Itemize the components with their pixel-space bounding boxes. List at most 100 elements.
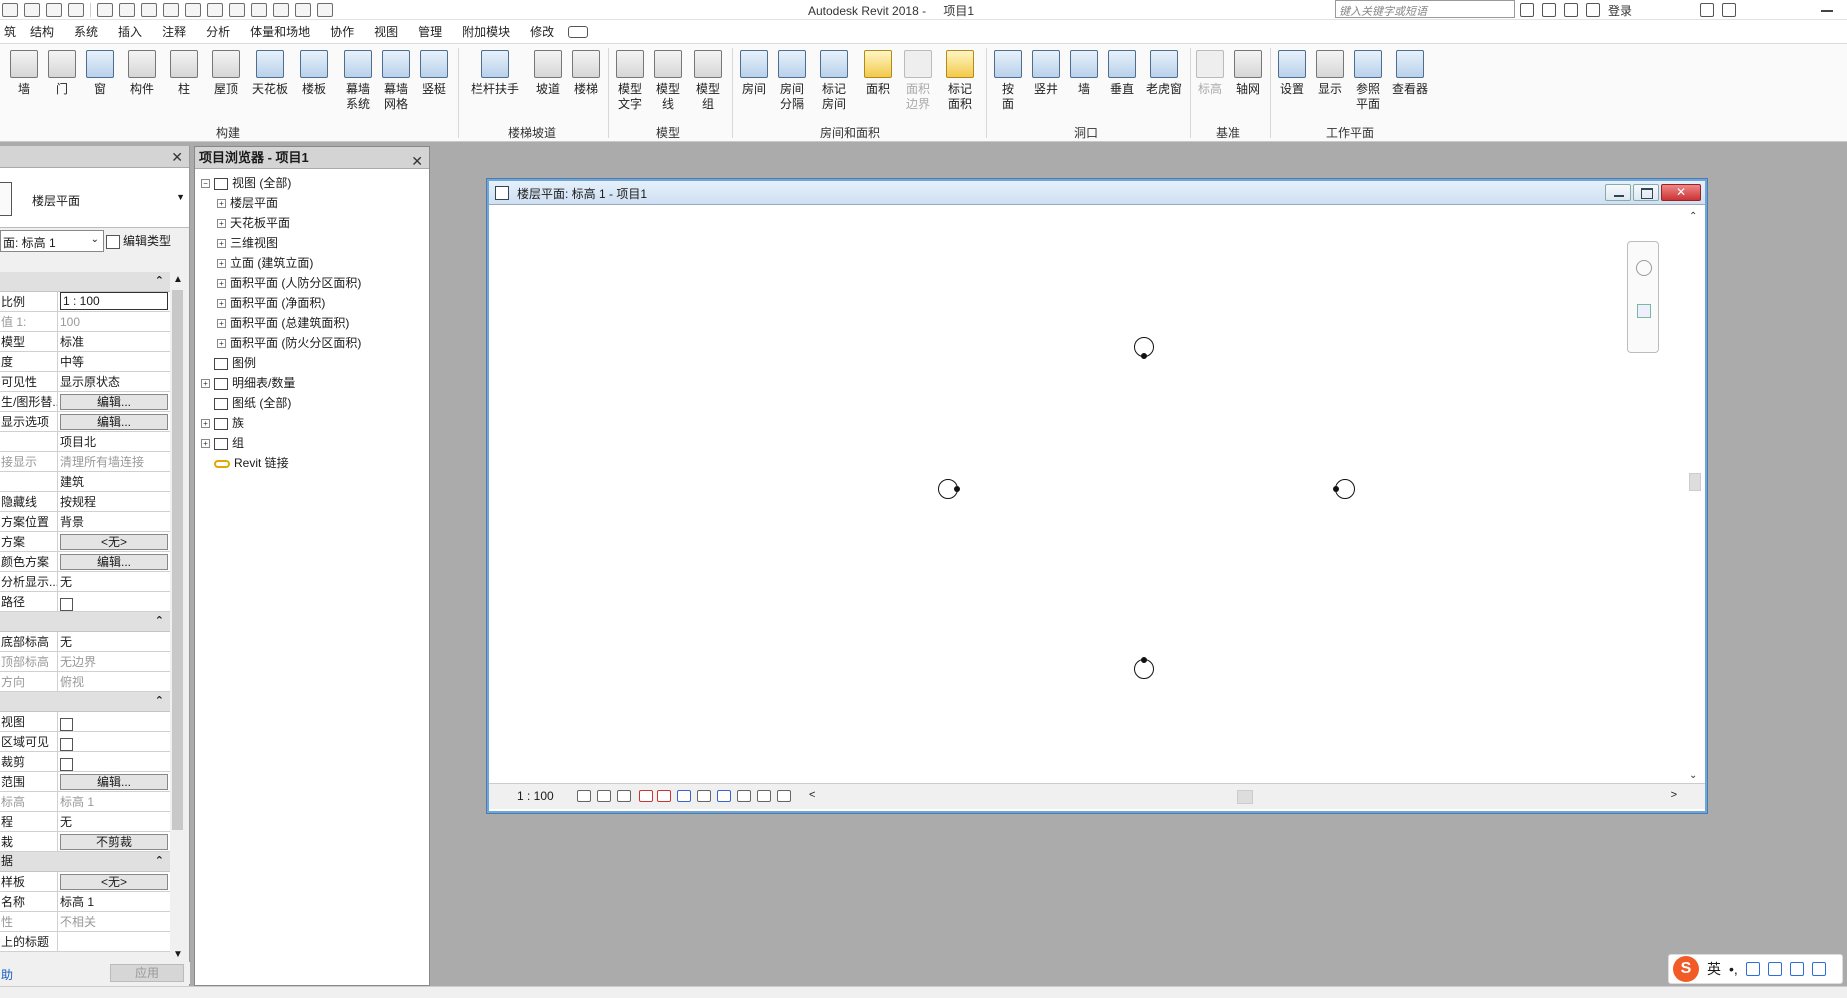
user-icon[interactable] [1586, 3, 1600, 17]
room-separator-button[interactable]: 房间 分隔 [772, 50, 812, 112]
switch-windows-icon[interactable] [295, 3, 311, 17]
expand-icon[interactable]: + [217, 299, 226, 309]
browser-node[interactable]: + 组 [195, 433, 361, 453]
skin-icon[interactable] [1789, 962, 1804, 976]
scroll-thumb[interactable] [172, 290, 183, 830]
view-scale[interactable]: 1 : 100 [517, 789, 554, 803]
tab-view[interactable]: 视图 [364, 20, 408, 44]
close-icon[interactable]: ✕ [171, 149, 183, 166]
scroll-right-icon[interactable]: > [1671, 789, 1677, 801]
property-edit-button[interactable]: 编辑... [60, 413, 168, 430]
elevation-marker-south[interactable] [1134, 657, 1154, 679]
exchange-icon[interactable] [1700, 3, 1715, 17]
set-workplane-button[interactable]: 设置 [1272, 50, 1312, 97]
properties-scrollbar[interactable]: ▲ ▼ [170, 272, 186, 962]
property-value[interactable]: 标准 [58, 332, 170, 351]
model-group-button[interactable]: 模型组 [688, 50, 728, 112]
section-icon[interactable] [229, 3, 245, 17]
save-icon[interactable] [24, 3, 40, 17]
area-button[interactable]: 面积 [858, 50, 898, 97]
by-face-button[interactable]: 按面 [988, 50, 1028, 112]
wall-opening-button[interactable]: 墙 [1064, 50, 1104, 97]
tab-modify[interactable]: 修改 [520, 20, 564, 44]
tab-massing-site[interactable]: 体量和场地 [240, 20, 320, 44]
thin-lines-icon[interactable] [251, 3, 267, 17]
scroll-thumb[interactable] [1689, 473, 1701, 491]
property-value[interactable]: 不相关 [58, 912, 170, 931]
component-button[interactable]: 构件 [122, 50, 162, 97]
property-value[interactable]: 无 [58, 812, 170, 831]
property-edit-button[interactable]: 不剪裁 [60, 833, 168, 850]
scroll-down-icon[interactable]: ▼ [173, 949, 183, 960]
ramp-button[interactable]: 坡道 [528, 50, 568, 97]
tab-structure[interactable]: 结构 [20, 20, 64, 44]
ime-punctuation-toggle[interactable]: •, [1729, 961, 1738, 977]
dimension-icon[interactable] [141, 3, 157, 17]
property-value[interactable]: 背景 [58, 512, 170, 531]
property-checkbox[interactable] [60, 717, 73, 731]
reveal-hidden-icon[interactable] [737, 790, 751, 802]
crop-view-icon[interactable] [657, 790, 671, 802]
help-icon[interactable] [1722, 3, 1737, 17]
level-button[interactable]: 标高 [1190, 50, 1230, 97]
property-value[interactable]: 编辑... [58, 772, 170, 791]
property-edit-button[interactable]: 编辑... [60, 773, 168, 790]
property-value[interactable] [58, 712, 170, 731]
ime-logo[interactable]: S [1673, 956, 1699, 982]
temporary-hide-icon[interactable] [717, 790, 731, 802]
browser-node[interactable]: + 天花板平面 [195, 213, 361, 233]
apply-button[interactable]: 应用 [110, 964, 184, 982]
scroll-down-icon[interactable]: ⌄ [1689, 770, 1697, 781]
close-button[interactable]: ✕ [1661, 184, 1701, 201]
property-value[interactable]: 按规程 [58, 492, 170, 511]
collapse-icon[interactable]: − [201, 179, 210, 189]
browser-node[interactable]: + 面积平面 (总建筑面积) [195, 313, 361, 333]
keyboard-icon[interactable] [1767, 962, 1782, 976]
model-text-button[interactable]: 模型 文字 [610, 50, 650, 112]
room-button[interactable]: 房间 [734, 50, 774, 97]
temporary-properties-icon[interactable] [757, 790, 771, 802]
tab-collaborate[interactable]: 协作 [320, 20, 364, 44]
floor-button[interactable]: 楼板 [294, 50, 334, 97]
section-header[interactable]: ⌃ [0, 692, 170, 712]
elevation-marker-east[interactable] [1333, 479, 1355, 499]
property-checkbox[interactable] [60, 757, 73, 771]
zoom-icon[interactable] [1637, 304, 1651, 318]
open-icon[interactable] [2, 3, 18, 17]
tab-architecture[interactable]: 筑 [0, 20, 20, 44]
elevation-marker-west[interactable] [938, 479, 960, 499]
property-value[interactable]: 标高 1 [58, 792, 170, 811]
properties-help-link[interactable]: 助 [1, 966, 13, 983]
expand-icon[interactable]: + [217, 239, 226, 249]
ribbon-minimize-icon[interactable] [568, 25, 589, 38]
curtain-grid-button[interactable]: 幕墙 网格 [376, 50, 416, 112]
expand-icon[interactable]: + [201, 379, 210, 389]
property-edit-button[interactable]: 编辑... [60, 393, 168, 410]
property-value[interactable]: 显示原状态 [58, 372, 170, 391]
dormer-button[interactable]: 老虎窗 [1142, 50, 1186, 97]
expand-icon[interactable]: + [217, 259, 226, 269]
door-button[interactable]: 门 [42, 50, 82, 97]
property-value[interactable]: 不剪裁 [58, 832, 170, 851]
type-selector[interactable]: 楼层平面 ▼ [0, 168, 189, 228]
show-crop-region-icon[interactable] [677, 790, 691, 802]
show-workplane-button[interactable]: 显示 [1310, 50, 1350, 97]
drawing-canvas[interactable] [497, 207, 1687, 777]
property-value[interactable] [58, 732, 170, 751]
property-value[interactable]: 建筑 [58, 472, 170, 491]
text-icon[interactable] [185, 3, 201, 17]
property-value[interactable]: 中等 [58, 352, 170, 371]
window-button[interactable]: 窗 [80, 50, 120, 97]
property-edit-button[interactable]: <无> [60, 533, 168, 550]
shaft-button[interactable]: 竖井 [1026, 50, 1066, 97]
property-value[interactable]: 清理所有墙连接 [58, 452, 170, 471]
visual-style-icon[interactable] [597, 790, 611, 802]
property-value[interactable]: 编辑... [58, 412, 170, 431]
measure-icon[interactable] [119, 3, 135, 17]
roof-button[interactable]: 屋顶 [206, 50, 246, 97]
minimize-button[interactable] [1605, 184, 1631, 201]
property-value[interactable]: 100 [58, 312, 170, 331]
elevation-marker-north[interactable] [1134, 337, 1154, 359]
property-checkbox[interactable] [60, 737, 73, 751]
redo-icon[interactable] [68, 3, 84, 17]
